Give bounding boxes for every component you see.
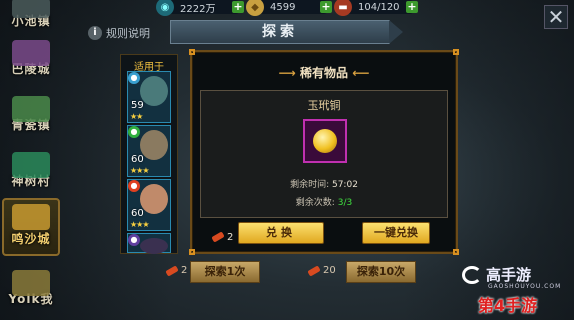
- hero-card[interactable]: ● 60 ★★★: [127, 125, 171, 177]
- resource-food: ▬ 104/120 +: [334, 0, 418, 16]
- city-icon: [12, 270, 50, 296]
- hero-card[interactable]: ●: [127, 233, 171, 254]
- hero-stars: ★★★: [130, 220, 149, 229]
- city-item-3[interactable]: 神树村: [2, 152, 60, 189]
- gold-icon: ◆: [246, 0, 264, 16]
- hero-portrait: [140, 184, 168, 214]
- city-icon: [12, 152, 50, 178]
- hero-card[interactable]: ● 59 ★★: [127, 71, 171, 123]
- panel-corner: [453, 249, 459, 255]
- exchange-button[interactable]: 兑换: [238, 222, 324, 244]
- add-food-button[interactable]: +: [406, 1, 418, 13]
- city-item-2[interactable]: 青瓷镇: [2, 96, 60, 133]
- treasure-icon: [313, 129, 337, 153]
- remaining-time-label: 剩余时间:: [290, 180, 330, 190]
- add-gold-button[interactable]: +: [320, 1, 332, 13]
- remaining-time-value: 57:02: [331, 180, 358, 190]
- resource-coin: ◉ 2222万 +: [156, 0, 244, 16]
- remaining-time: 剩余时间: 57:02: [201, 177, 447, 190]
- close-icon: ✕: [547, 5, 565, 29]
- hero-level: 59: [131, 100, 144, 111]
- food-icon: ▬: [334, 0, 352, 16]
- city-item-1[interactable]: 巴陵城: [2, 40, 60, 77]
- tab-explore[interactable]: 探索: [170, 20, 403, 44]
- city-icon: [12, 40, 50, 66]
- exchange-cost-value: 2: [227, 231, 234, 243]
- panel-title-text: 稀有物品: [299, 66, 348, 80]
- g-logo-icon: [462, 265, 482, 284]
- hero-portrait: [140, 238, 168, 254]
- hero-level: 60: [131, 154, 144, 165]
- city-icon: [12, 0, 50, 18]
- panel-corner: [189, 249, 195, 255]
- remaining-count-value: 3/3: [337, 198, 353, 208]
- hero-card[interactable]: ● 60 ★★★: [127, 179, 171, 231]
- firecracker-icon: [211, 231, 225, 243]
- explore-ten-cost-value: 20: [323, 265, 336, 276]
- applicable-heroes: 适用于 ● 59 ★★ ● 60 ★★★ ● 60 ★★★ ●: [120, 54, 178, 254]
- info-icon: i: [88, 26, 102, 40]
- resource-coin-value: 2222万: [180, 3, 216, 15]
- explore-once-cost-value: 2: [181, 265, 188, 276]
- panel-title: ⟶ 稀有物品 ⟵: [192, 64, 456, 81]
- rules-button[interactable]: i 规则说明: [88, 25, 150, 41]
- watermark: 高手游 GAOSHOUYOU.COM 第4手游: [462, 264, 572, 315]
- arrow-right-icon: ⟶: [278, 66, 296, 80]
- city-item-0[interactable]: 小池镇: [2, 0, 60, 29]
- exchange-cost: 2: [211, 226, 234, 248]
- element-badge-icon: ●: [128, 126, 140, 138]
- resource-bar: ◉ 2222万 + ◆ 4599 + ▬ 104/120 +: [156, 0, 418, 16]
- firecracker-icon: [307, 264, 321, 277]
- firecracker-icon: [165, 264, 179, 277]
- item-card: 玉玳铜 剩余时间: 57:02 剩余次数: 3/3: [200, 90, 448, 218]
- explore-ten-button[interactable]: 探索10次: [346, 261, 416, 283]
- element-badge-icon: ●: [128, 234, 140, 246]
- watermark-sub: GAOSHOUYOU.COM: [488, 283, 562, 290]
- resource-food-value: 104/120: [358, 1, 400, 13]
- item-name: 玉玳铜: [307, 99, 341, 112]
- city-item-4[interactable]: 鸣沙城: [2, 198, 60, 256]
- city-label: 鸣沙城: [11, 232, 51, 246]
- rare-item-panel: ⟶ 稀有物品 ⟵ 玉玳铜 剩余时间: 57:02 剩余次数: 3/3 2 兑换 …: [189, 49, 459, 255]
- hero-level: 60: [131, 208, 144, 219]
- city-icon: [12, 96, 50, 122]
- watermark-red: 第4手游: [478, 296, 538, 315]
- explore-once-button[interactable]: 探索1次: [190, 261, 260, 283]
- hero-stars: ★★★: [130, 166, 149, 175]
- element-badge-icon: ●: [128, 72, 140, 84]
- hero-portrait: [140, 76, 168, 106]
- watermark-logo: 高手游: [462, 264, 572, 285]
- rules-label: 规则说明: [106, 27, 150, 40]
- watermark-brand: 高手游: [486, 266, 532, 284]
- close-button[interactable]: ✕: [544, 5, 568, 29]
- item-slot[interactable]: [303, 119, 347, 163]
- hero-stars: ★★: [130, 112, 143, 121]
- remaining-count-label: 剩余次数:: [295, 198, 335, 208]
- arrow-left-icon: ⟵: [352, 66, 370, 80]
- coin-icon: ◉: [156, 0, 174, 16]
- explore-once-cost: 2: [165, 264, 188, 277]
- one-click-exchange-button[interactable]: 一键兑换: [362, 222, 430, 244]
- add-coin-button[interactable]: +: [232, 1, 244, 13]
- panel-corner: [189, 49, 195, 55]
- remaining-count: 剩余次数: 3/3: [201, 195, 447, 208]
- panel-corner: [453, 49, 459, 55]
- resource-gold: ◆ 4599 +: [246, 0, 332, 16]
- resource-gold-value: 4599: [270, 1, 296, 13]
- hero-portrait: [140, 130, 168, 160]
- city-item-5[interactable]: Yolk我: [2, 270, 60, 307]
- explore-ten-cost: 20: [307, 264, 336, 277]
- city-icon: [12, 204, 50, 230]
- element-badge-icon: ●: [128, 180, 140, 192]
